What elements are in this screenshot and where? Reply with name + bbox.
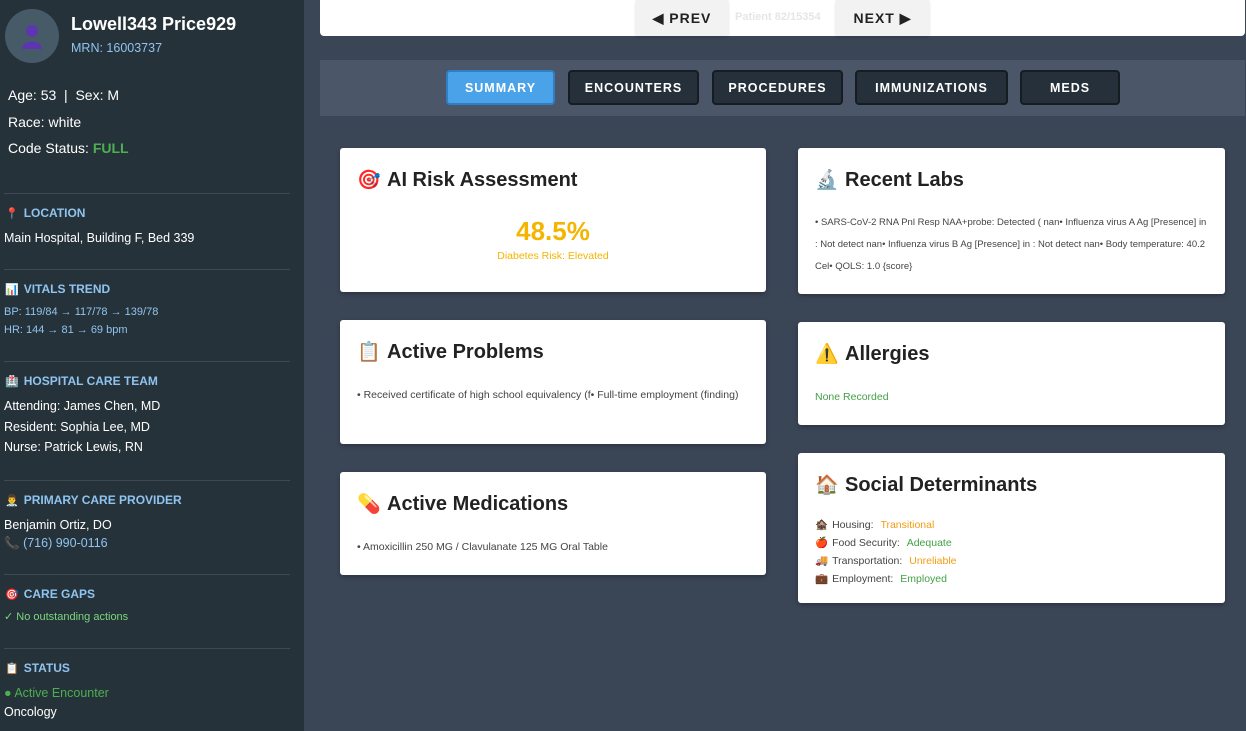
risk-label: Diabetes Risk: Elevated — [497, 250, 609, 262]
employment-value: Employed — [900, 573, 947, 585]
pill-icon: 💊 — [357, 494, 381, 515]
problems-card: 📋 Active Problems • Received certificate … — [340, 320, 766, 444]
tab-immunizations[interactable]: IMMUNIZATIONS — [855, 70, 1008, 105]
labs-card: 🔬 Recent Labs • SARS-CoV-2 RNA Pnl Resp N… — [798, 148, 1225, 294]
meds-text: • Amoxicillin 250 MG / Clavulanate 125 M… — [357, 541, 608, 553]
attending: Attending: James Chen, MD — [4, 399, 161, 413]
allergies-card-title: ⚠️ Allergies — [815, 342, 930, 366]
house-icon: 🏚️ — [815, 519, 829, 531]
risk-value: 48.5% — [516, 216, 590, 246]
patient-nav-bar: ◀ PREV Patient 82/15354 NEXT ▶ — [320, 0, 1245, 36]
next-button[interactable]: NEXT ▶ — [836, 0, 929, 36]
apple-icon: 🍎 — [815, 537, 829, 549]
house-icon: 🏠 — [815, 475, 839, 496]
tab-procedures[interactable]: PROCEDURES — [712, 70, 843, 105]
clipboard-icon: 📋 — [357, 342, 381, 363]
divider — [4, 574, 290, 575]
patient-name: Lowell343 Price929 — [71, 14, 237, 34]
problems-card-title: 📋 Active Problems — [357, 340, 544, 364]
pin-icon: 📍 — [5, 207, 19, 220]
race: Race: white — [8, 114, 82, 130]
care-gaps-text: ✓ No outstanding actions — [4, 611, 129, 623]
tab-meds[interactable]: MEDS — [1020, 70, 1120, 105]
divider — [4, 193, 290, 194]
divider — [4, 480, 290, 481]
person-icon — [22, 25, 42, 49]
allergies-text: None Recorded — [815, 391, 889, 403]
microscope-icon: 🔬 — [815, 170, 839, 191]
age-sex: Age: 53 | Sex: M — [8, 87, 120, 103]
warning-icon: ⚠️ — [815, 344, 839, 365]
social-list: 🏚️ Housing: Transitional 🍎 Food Security: … — [815, 516, 1209, 588]
pcp-phone-row[interactable]: 📞 (716) 990-0116 — [4, 536, 108, 551]
status-title: 📋 STATUS — [5, 661, 70, 675]
vitals-title: 📊 VITALS TREND — [5, 282, 111, 296]
hospital-icon: 🏥 — [5, 375, 19, 388]
location-text: Main Hospital, Building F, Bed 339 — [4, 231, 195, 245]
labs-text: • SARS-CoV-2 RNA Pnl Resp NAA+probe: Det… — [815, 217, 1207, 272]
location-title: 📍 LOCATION — [5, 206, 86, 220]
doctor-icon: 👨‍⚕️ — [5, 494, 19, 507]
vitals-hr: HR: 144 → 81 → 69 bpm — [4, 324, 128, 336]
resident: Resident: Sophia Lee, MD — [4, 420, 150, 434]
nurse: Nurse: Patrick Lewis, RN — [4, 440, 143, 454]
divider — [4, 648, 290, 649]
meds-card-title: 💊 Active Medications — [357, 492, 569, 516]
care-team-title: 🏥 HOSPITAL CARE TEAM — [5, 374, 158, 388]
tab-encounters[interactable]: ENCOUNTERS — [568, 70, 699, 105]
patient-counter: Patient 82/15354 — [735, 11, 821, 23]
food-value: Adequate — [906, 537, 952, 549]
target-icon: 🎯 — [357, 170, 381, 191]
care-gaps-title: 🎯 CARE GAPS — [5, 587, 96, 601]
patient-sidebar: Lowell343 Price929 MRN: 16003737 Age: 53… — [0, 0, 304, 731]
vitals-bp: BP: 119/84 → 117/78 → 139/78 — [4, 306, 159, 318]
social-card-title: 🏠 Social Determinants — [815, 473, 1038, 497]
clipboard-icon: 📋 — [5, 662, 19, 675]
status-encounter: ● Active Encounter — [4, 686, 109, 700]
truck-icon: 🚚 — [815, 555, 829, 567]
housing-value: Transitional — [880, 519, 935, 531]
transport-row: 🚚 Transportation: Unreliable — [815, 552, 1209, 570]
housing-row: 🏚️ Housing: Transitional — [815, 516, 1209, 534]
risk-card: 🎯 AI Risk Assessment 48.5% Diabetes Risk:… — [340, 148, 766, 292]
food-row: 🍎 Food Security: Adequate — [815, 534, 1209, 552]
chart-icon: 📊 — [5, 283, 19, 296]
social-card: 🏠 Social Determinants 🏚️ Housing: Transiti… — [798, 453, 1225, 603]
patient-mrn: MRN: 16003737 — [71, 41, 163, 55]
prev-button[interactable]: ◀ PREV — [636, 0, 728, 36]
status-department: Oncology — [4, 705, 57, 719]
divider — [4, 269, 290, 270]
code-status: Code Status: FULL — [8, 140, 129, 156]
pcp-phone[interactable]: (716) 990-0116 — [23, 536, 108, 550]
risk-card-title: 🎯 AI Risk Assessment — [357, 168, 578, 192]
employment-row: 💼 Employment: Employed — [815, 570, 1209, 588]
code-status-label: Code Status: — [8, 140, 93, 156]
labs-card-title: 🔬 Recent Labs — [815, 168, 964, 192]
phone-icon: 📞 — [4, 536, 20, 550]
avatar — [5, 9, 59, 63]
code-status-value: FULL — [92, 140, 129, 156]
pcp-name: Benjamin Ortiz, DO — [4, 518, 112, 532]
problems-text: • Received certificate of high school eq… — [357, 389, 739, 401]
pcp-title: 👨‍⚕️ PRIMARY CARE PROVIDER — [5, 493, 182, 507]
divider — [4, 361, 290, 362]
tab-summary[interactable]: SUMMARY — [446, 70, 555, 105]
transport-value: Unreliable — [909, 555, 957, 567]
target-icon: 🎯 — [5, 588, 19, 601]
briefcase-icon: 💼 — [815, 573, 829, 585]
tab-bar: SUMMARY ENCOUNTERS PROCEDURES IMMUNIZATI… — [320, 60, 1245, 116]
allergies-card: ⚠️ Allergies None Recorded — [798, 322, 1225, 425]
meds-card: 💊 Active Medications • Amoxicillin 250 MG… — [340, 472, 766, 575]
